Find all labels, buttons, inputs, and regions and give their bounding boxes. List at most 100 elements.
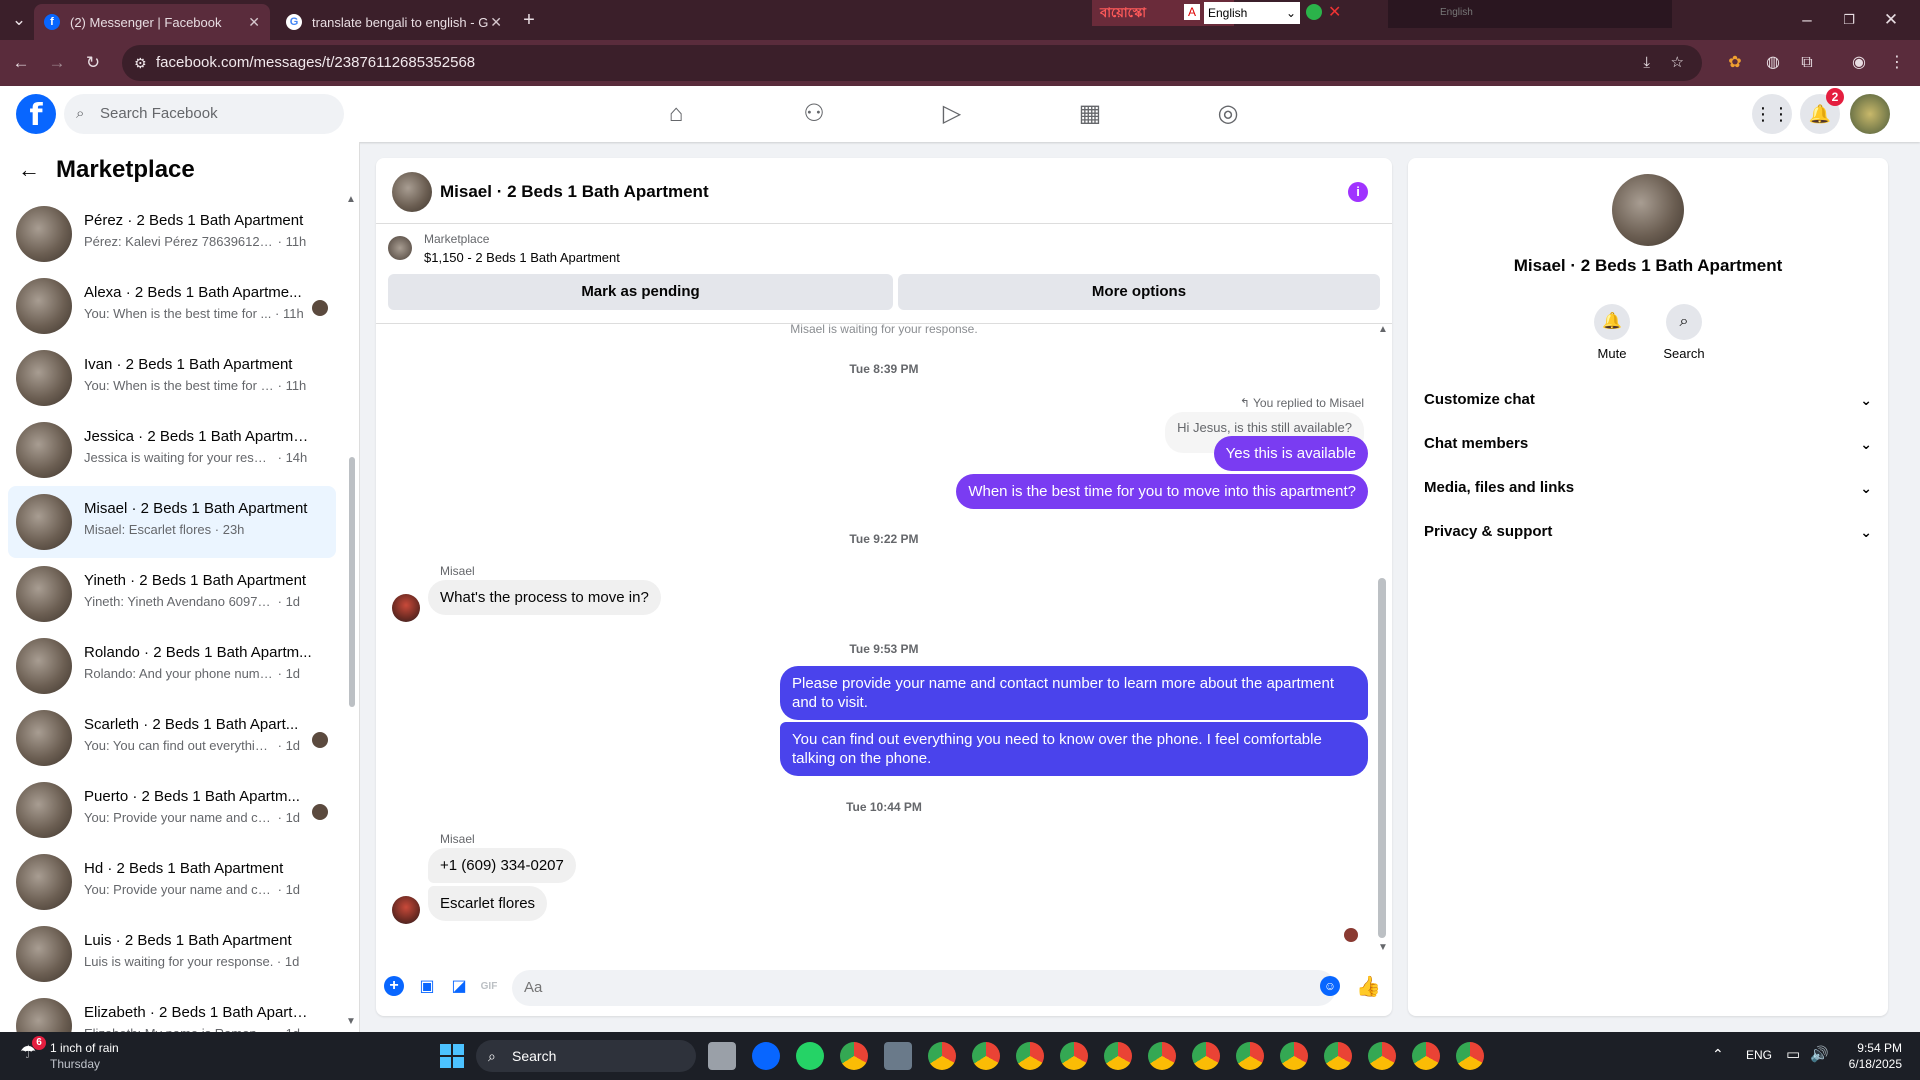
video-icon[interactable]: ▷	[932, 94, 972, 134]
conversation-item[interactable]: Pérez · 2 Beds 1 Bath Apartment Pérez: Ka…	[8, 198, 336, 270]
close-window-icon[interactable]: ✕	[1880, 9, 1902, 31]
chat-title[interactable]: Misael · 2 Beds 1 Bath Apartment	[440, 182, 709, 202]
scroll-down-arrow-icon[interactable]: ▼	[1378, 942, 1388, 953]
chrome-icon[interactable]	[840, 1042, 868, 1070]
outgoing-message[interactable]: Please provide your name and contact num…	[780, 666, 1368, 720]
tab-messenger[interactable]: f (2) Messenger | Facebook ✕	[34, 4, 270, 40]
chrome-profile-icon[interactable]	[1368, 1042, 1396, 1070]
chrome-profile-icon[interactable]	[1280, 1042, 1308, 1070]
translate-go-icon[interactable]	[1306, 4, 1322, 20]
conversation-item[interactable]: Hd · 2 Beds 1 Bath Apartment You: Provide…	[8, 846, 336, 918]
taskbar-search[interactable]: ⌕ Search	[476, 1040, 696, 1072]
network-icon[interactable]: ▭	[1786, 1045, 1800, 1063]
info-icon[interactable]: i	[1348, 182, 1368, 202]
scroll-down-arrow-icon[interactable]: ▼	[346, 1016, 356, 1027]
chrome-profile-icon[interactable]	[1192, 1042, 1220, 1070]
site-info-icon[interactable]: ⚙	[134, 45, 147, 81]
minimize-icon[interactable]: –	[1796, 9, 1818, 31]
weather-widget[interactable]: ☂ 6 1 inch of rain Thursday	[20, 1036, 119, 1072]
menu-grid-icon[interactable]: ⋮⋮	[1752, 94, 1792, 134]
app-icon[interactable]	[884, 1042, 912, 1070]
extension-badge-icon[interactable]: ◍	[1762, 52, 1784, 74]
conversation-item[interactable]: Misael · 2 Beds 1 Bath Apartment Misael: …	[8, 486, 336, 558]
file-explorer-icon[interactable]	[708, 1042, 736, 1070]
mute-button[interactable]: 🔔 Mute	[1576, 304, 1648, 361]
chrome-profile-icon[interactable]	[928, 1042, 956, 1070]
scroll-up-arrow-icon[interactable]: ▲	[1378, 324, 1388, 335]
new-tab-icon[interactable]: +	[518, 9, 540, 31]
outgoing-message[interactable]: When is the best time for you to move in…	[956, 474, 1368, 509]
listing-thumbnail[interactable]	[388, 236, 412, 260]
reload-icon[interactable]: ↻	[82, 52, 104, 74]
account-avatar[interactable]	[1850, 94, 1890, 134]
friends-icon[interactable]: ⚇	[794, 94, 834, 134]
section-chat-members[interactable]: Chat members ⌄	[1424, 422, 1872, 466]
scroll-up-arrow-icon[interactable]: ▲	[346, 194, 356, 205]
chat-scrollbar[interactable]	[1378, 578, 1386, 938]
volume-icon[interactable]: 🔊	[1810, 1045, 1829, 1063]
photo-icon[interactable]: ▣	[416, 976, 438, 998]
more-options-button[interactable]: More options	[898, 274, 1380, 310]
incoming-message[interactable]: +1 (609) 334-0207	[428, 848, 576, 883]
home-icon[interactable]: ⌂	[656, 94, 696, 134]
chrome-profile-icon[interactable]	[1016, 1042, 1044, 1070]
marketplace-icon[interactable]: ▦	[1070, 94, 1110, 134]
conversation-item[interactable]: Puerto · 2 Beds 1 Bath Apartm... You: Pro…	[8, 774, 336, 846]
address-bar[interactable]: ⚙ facebook.com/messages/t/23876112685352…	[122, 45, 1702, 81]
conversation-item[interactable]: Luis · 2 Beds 1 Bath Apartment Luis is wa…	[8, 918, 336, 990]
search-chat-button[interactable]: ⌕ Search	[1648, 304, 1720, 361]
extension-icon[interactable]: ✿	[1724, 52, 1746, 74]
chat-avatar[interactable]	[392, 172, 432, 212]
groups-icon[interactable]: ◎	[1208, 94, 1248, 134]
chrome-profile-icon[interactable]	[972, 1042, 1000, 1070]
bookmark-star-icon[interactable]: ☆	[1671, 45, 1684, 81]
conversation-item[interactable]: Rolando · 2 Beds 1 Bath Apartm... Rolando…	[8, 630, 336, 702]
pdf-icon[interactable]: A	[1184, 4, 1200, 20]
section-media-files-links[interactable]: Media, files and links ⌄	[1424, 466, 1872, 510]
gif-icon[interactable]: GIF	[478, 976, 500, 998]
section-customize-chat[interactable]: Customize chat ⌄	[1424, 378, 1872, 422]
message-input[interactable]	[512, 970, 1336, 1006]
facebook-search-input[interactable]: ⌕ Search Facebook	[64, 94, 344, 134]
incoming-message[interactable]: What's the process to move in?	[428, 580, 661, 615]
sidebar-scrollbar[interactable]	[349, 457, 355, 707]
whatsapp-icon[interactable]	[796, 1042, 824, 1070]
sender-avatar[interactable]	[392, 594, 420, 622]
browser-menu-icon[interactable]: ⋮	[1886, 52, 1908, 74]
outgoing-message[interactable]: Yes this is available	[1213, 436, 1368, 471]
windows-start-icon[interactable]	[440, 1044, 464, 1068]
chrome-profile-icon[interactable]	[1104, 1042, 1132, 1070]
conversation-item[interactable]: Ivan · 2 Beds 1 Bath Apartment You: When …	[8, 342, 336, 414]
chrome-profile-icon[interactable]	[1456, 1042, 1484, 1070]
facebook-app-icon[interactable]	[752, 1042, 780, 1070]
chrome-profile-icon[interactable]	[1324, 1042, 1352, 1070]
like-thumbs-up-icon[interactable]: 👍	[1356, 976, 1381, 998]
close-tab-icon[interactable]: ✕	[248, 14, 260, 31]
forward-icon[interactable]: →	[46, 52, 68, 74]
chrome-profile-icon[interactable]	[1412, 1042, 1440, 1070]
plus-icon[interactable]: +	[384, 976, 404, 996]
chrome-profile-icon[interactable]	[1060, 1042, 1088, 1070]
conversation-item[interactable]: Scarleth · 2 Beds 1 Bath Apart... You: Yo…	[8, 702, 336, 774]
outgoing-message[interactable]: You can find out everything you need to …	[780, 722, 1368, 776]
sticker-icon[interactable]: ◪	[448, 976, 470, 998]
conversation-item[interactable]: Elizabeth · 2 Beds 1 Bath Apartm...Eliza…	[8, 990, 336, 1032]
facebook-logo-icon[interactable]: f	[16, 94, 56, 134]
chrome-profile-icon[interactable]	[1148, 1042, 1176, 1070]
tab-search-icon[interactable]: ⌄	[8, 9, 30, 31]
input-language[interactable]: ENG	[1746, 1048, 1772, 1062]
conversation-item[interactable]: Alexa · 2 Beds 1 Bath Apartme... You: Whe…	[8, 270, 336, 342]
listing-title[interactable]: $1,150 - 2 Beds 1 Bath Apartment	[424, 250, 620, 265]
section-privacy-support[interactable]: Privacy & support ⌄	[1424, 510, 1872, 554]
contact-avatar[interactable]	[1612, 174, 1684, 246]
clock[interactable]: 9:54 PM 6/18/2025	[1849, 1040, 1902, 1072]
emoji-icon[interactable]: ☺	[1320, 976, 1340, 996]
close-tab-icon[interactable]: ✕	[490, 14, 502, 31]
back-icon[interactable]: ←	[10, 52, 32, 74]
extensions-puzzle-icon[interactable]: ⧉	[1796, 52, 1818, 74]
install-app-icon[interactable]: ⤓	[1643, 45, 1650, 81]
incoming-message[interactable]: Escarlet flores	[428, 886, 548, 921]
restore-icon[interactable]: ❐	[1838, 9, 1860, 31]
back-arrow-icon[interactable]: ←	[18, 157, 40, 183]
conversation-item[interactable]: Jessica · 2 Beds 1 Bath Apartment Jessica…	[8, 414, 336, 486]
